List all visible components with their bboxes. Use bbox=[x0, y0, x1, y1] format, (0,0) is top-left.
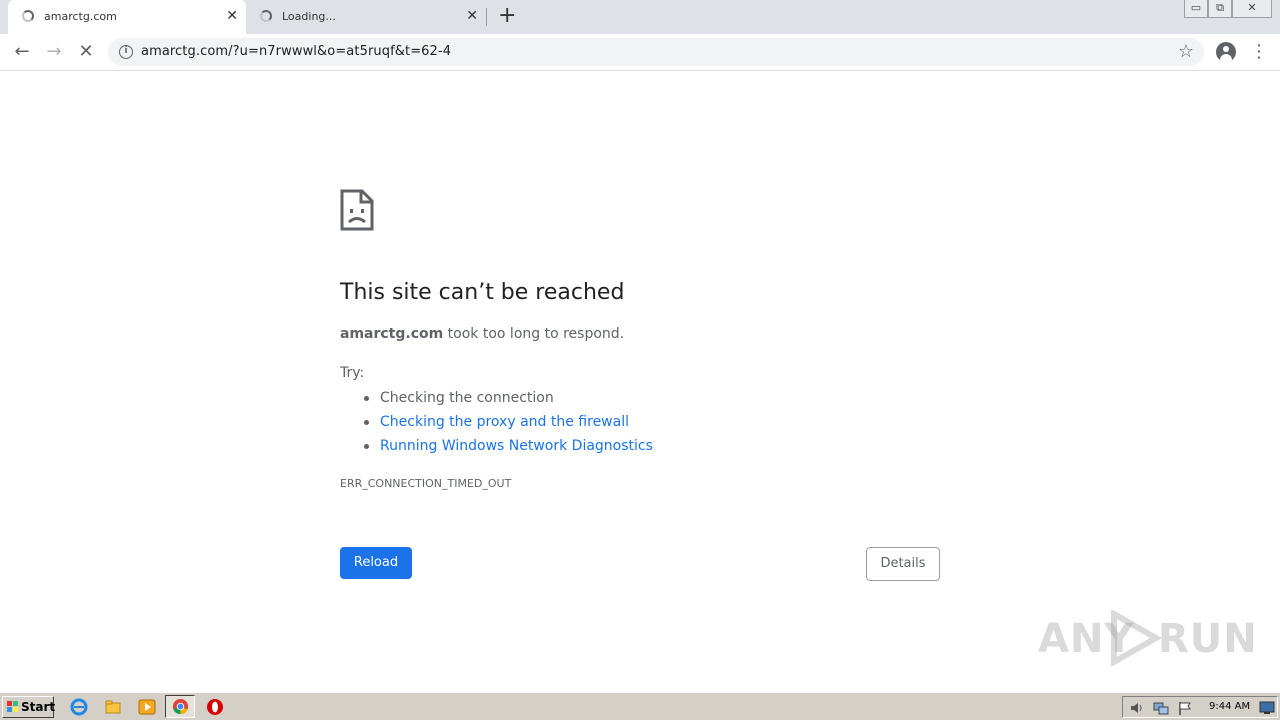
windows-flag-icon bbox=[7, 701, 18, 712]
start-label: Start bbox=[21, 700, 56, 714]
stop-button[interactable]: ✕ bbox=[74, 40, 98, 64]
reload-button[interactable]: Reload bbox=[340, 547, 412, 579]
suggestion-check-connection: Checking the connection bbox=[380, 390, 554, 406]
list-item: Running Windows Network Diagnostics bbox=[340, 437, 653, 461]
url-text[interactable]: amarctg.com/?u=n7rwwwl&o=at5ruqf&t=62-4 bbox=[141, 44, 451, 59]
browser-toolbar: ← → ✕ i amarctg.com/?u=n7rwwwl&o=at5ruqf… bbox=[0, 34, 1280, 71]
suggestion-network-diagnostics-link[interactable]: Running Windows Network Diagnostics bbox=[380, 438, 653, 454]
error-description-suffix: took too long to respond. bbox=[443, 326, 625, 342]
bullet-icon bbox=[364, 396, 369, 401]
error-host: amarctg.com bbox=[340, 326, 444, 342]
error-description: amarctg.com took too long to respond. bbox=[340, 326, 624, 342]
tab-strip: amarctg.com ✕ Loading... ✕ + ▭ ⧉ ✕ bbox=[0, 0, 1280, 34]
list-item: Checking the connection bbox=[340, 389, 653, 413]
suggestion-proxy-firewall-link[interactable]: Checking the proxy and the firewall bbox=[380, 414, 629, 430]
tab-close-icon[interactable]: ✕ bbox=[466, 7, 478, 25]
site-info-icon[interactable]: i bbox=[119, 45, 133, 59]
error-code: ERR_CONNECTION_TIMED_OUT bbox=[340, 477, 512, 490]
tab-separator bbox=[486, 8, 487, 26]
internet-explorer-icon[interactable] bbox=[70, 698, 88, 716]
minimize-button[interactable]: ▭ bbox=[1184, 0, 1208, 18]
restore-button[interactable]: ⧉ bbox=[1208, 0, 1232, 18]
network-icon[interactable] bbox=[1153, 700, 1169, 716]
window-close-button[interactable]: ✕ bbox=[1232, 0, 1272, 18]
media-player-icon[interactable] bbox=[138, 698, 156, 716]
tab-amarctg[interactable]: amarctg.com ✕ bbox=[8, 0, 246, 34]
address-bar[interactable]: i amarctg.com/?u=n7rwwwl&o=at5ruqf&t=62-… bbox=[108, 38, 1204, 66]
start-button[interactable]: Start bbox=[2, 696, 56, 718]
suggestion-list: Checking the connection Checking the pro… bbox=[340, 389, 653, 461]
tab-title: amarctg.com bbox=[44, 10, 117, 23]
loading-spinner-icon bbox=[260, 10, 272, 22]
taskbar-clock[interactable]: 9:44 AM bbox=[1209, 701, 1250, 712]
chrome-icon bbox=[172, 698, 189, 715]
bookmark-star-icon[interactable]: ☆ bbox=[1178, 41, 1194, 62]
system-tray bbox=[1122, 696, 1278, 718]
file-explorer-icon[interactable] bbox=[104, 698, 122, 716]
sad-page-icon bbox=[340, 189, 374, 235]
tab-loading[interactable]: Loading... ✕ bbox=[248, 0, 486, 34]
chrome-taskbar-button[interactable] bbox=[165, 695, 195, 718]
loading-spinner-icon bbox=[22, 10, 34, 22]
profile-avatar-icon[interactable] bbox=[1216, 42, 1236, 62]
browser-menu-icon[interactable]: ⋮ bbox=[1250, 41, 1268, 62]
action-center-flag-icon[interactable] bbox=[1177, 700, 1193, 716]
details-button[interactable]: Details bbox=[866, 547, 940, 581]
forward-button[interactable]: → bbox=[42, 40, 66, 64]
volume-icon[interactable] bbox=[1129, 700, 1145, 716]
back-button[interactable]: ← bbox=[10, 40, 34, 64]
error-title: This site can’t be reached bbox=[340, 280, 625, 305]
try-label: Try: bbox=[340, 365, 365, 381]
tab-close-icon[interactable]: ✕ bbox=[226, 7, 238, 25]
list-item: Checking the proxy and the firewall bbox=[340, 413, 653, 437]
new-tab-button[interactable]: + bbox=[498, 4, 516, 28]
opera-icon[interactable] bbox=[206, 698, 224, 716]
show-desktop-icon[interactable] bbox=[1259, 701, 1275, 715]
bullet-icon bbox=[364, 420, 369, 425]
anyrun-watermark-logo: ANY RUN bbox=[1038, 610, 1258, 666]
tab-title: Loading... bbox=[282, 10, 336, 23]
windows-taskbar: Start 9:44 AM bbox=[0, 692, 1280, 720]
bullet-icon bbox=[364, 444, 369, 449]
